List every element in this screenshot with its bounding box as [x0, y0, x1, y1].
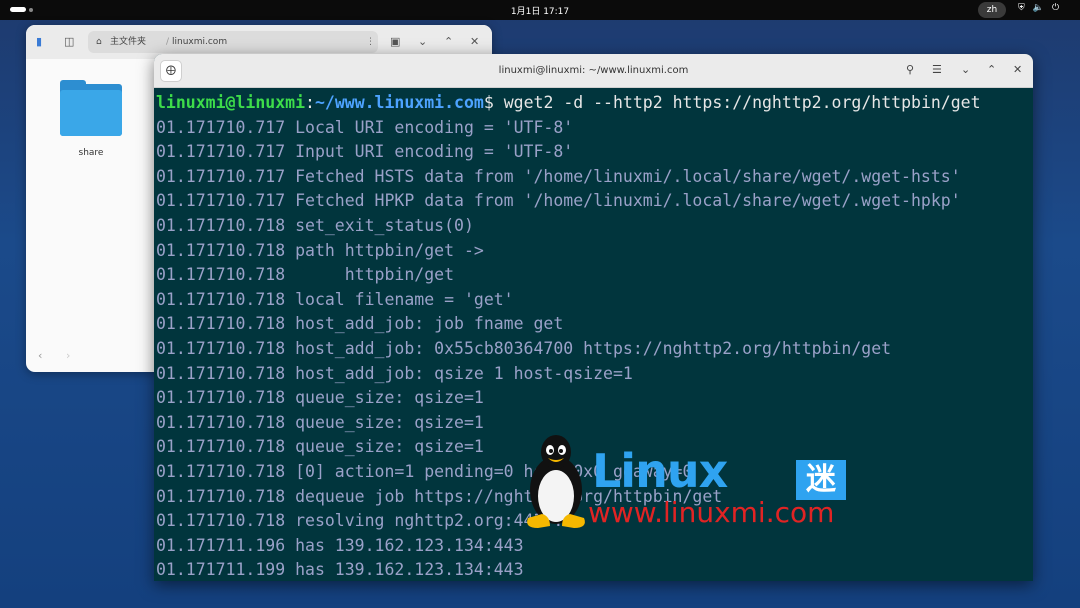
watermark-brand-char: 迷	[796, 460, 846, 500]
folder-label[interactable]: share	[66, 148, 116, 158]
close-icon[interactable]: ✕	[1013, 63, 1022, 77]
breadcrumb-current[interactable]: linuxmi.com	[172, 31, 227, 53]
folder-icon[interactable]	[60, 80, 122, 136]
tux-penguin-icon	[527, 435, 585, 528]
breadcrumb-separator: /	[166, 37, 170, 47]
terminal-line: 01.171710.718 host_add_job: 0x55cb803647…	[156, 338, 892, 358]
breadcrumb-home[interactable]: 主文件夹	[110, 31, 146, 53]
terminal-line: 01.171710.718 set_exit_status(0)	[156, 215, 474, 235]
terminal-line: 01.171710.717 Fetched HPKP data from '/h…	[156, 191, 961, 211]
prompt-dollar: $	[483, 93, 504, 112]
terminal-line: 01.171710.718 local filename = 'get'	[156, 289, 514, 309]
back-arrow-icon[interactable]: ‹	[38, 349, 42, 362]
terminal-line: 01.171710.718 host_add_job: job fname ge…	[156, 314, 564, 334]
close-icon[interactable]: ✕	[470, 35, 479, 49]
terminal-headerbar: ⨁ linuxmi@linuxmi: ~/www.linuxmi.com ⚲ ☰…	[154, 54, 1033, 88]
terminal-line: 01.171710.717 Input URI encoding = 'UTF-…	[156, 142, 574, 162]
terminal-line: 01.171710.717 Fetched HSTS data from '/h…	[156, 166, 961, 186]
power-icon: ⏻	[1051, 3, 1060, 13]
sidebar-panel-icon[interactable]: ◫	[64, 35, 74, 49]
window-title: linuxmi@linuxmi: ~/www.linuxmi.com	[498, 65, 689, 76]
volume-icon: 🔈	[1032, 3, 1044, 13]
watermark: Linux 迷 www.linuxmi.com	[520, 430, 860, 540]
prompt-user: linuxmi@linuxmi	[156, 93, 306, 112]
minimize-chevron-icon[interactable]: ⌄	[961, 63, 970, 77]
terminal-line: 01.171710.718 host_add_job: qsize 1 host…	[156, 363, 633, 383]
home-icon: ⌂	[96, 37, 102, 47]
sidebar-toggle-icon[interactable]: ▮	[36, 35, 42, 49]
terminal-line: 01.171710.718 path httpbin/get ->	[156, 240, 484, 260]
search-icon[interactable]: ⚲	[906, 63, 914, 77]
prompt-command: wget2 -d --http2 https://nghttp2.org/htt…	[503, 93, 981, 112]
path-bar[interactable]: ⌂ 主文件夹 / linuxmi.com ⋮	[88, 31, 378, 53]
terminal-line: 01.171710.718 queue_size: qsize=1	[156, 388, 484, 408]
prompt-path: ~/www.linuxmi.com	[314, 93, 484, 112]
terminal-prompt-line: linuxmi@linuxmi:~/www.linuxmi.com$ wget2…	[156, 91, 1031, 116]
maximize-chevron-icon[interactable]: ⌃	[987, 63, 996, 77]
chevron-up-icon[interactable]: ⌃	[444, 35, 453, 49]
watermark-brand: Linux	[592, 444, 728, 498]
input-method-indicator[interactable]: zh	[978, 2, 1006, 18]
shield-icon: ⛨	[1018, 3, 1025, 13]
kebab-menu-icon[interactable]: ⋮	[366, 31, 375, 53]
hamburger-menu-icon[interactable]: ☰	[932, 63, 942, 77]
clock[interactable]: 1月1日 17:17	[0, 4, 1080, 17]
prompt-colon: :	[305, 93, 315, 112]
watermark-url: www.linuxmi.com	[588, 496, 835, 529]
terminal-line: 01.171710.717 Local URI encoding = 'UTF-…	[156, 117, 574, 137]
terminal-line: 01.171711.199 has 139.162.123.134:443	[156, 560, 524, 580]
system-tray[interactable]: ⛨ 🔈 ⏻	[1018, 3, 1059, 13]
top-bar: 1月1日 17:17 zh ⛨ 🔈 ⏻	[0, 0, 1080, 20]
search-folder-icon[interactable]: ▣	[390, 35, 400, 49]
terminal-line: 01.171710.718 httpbin/get	[156, 265, 455, 285]
chevron-down-icon[interactable]: ⌄	[418, 35, 427, 49]
forward-arrow-icon[interactable]: ›	[66, 349, 70, 362]
